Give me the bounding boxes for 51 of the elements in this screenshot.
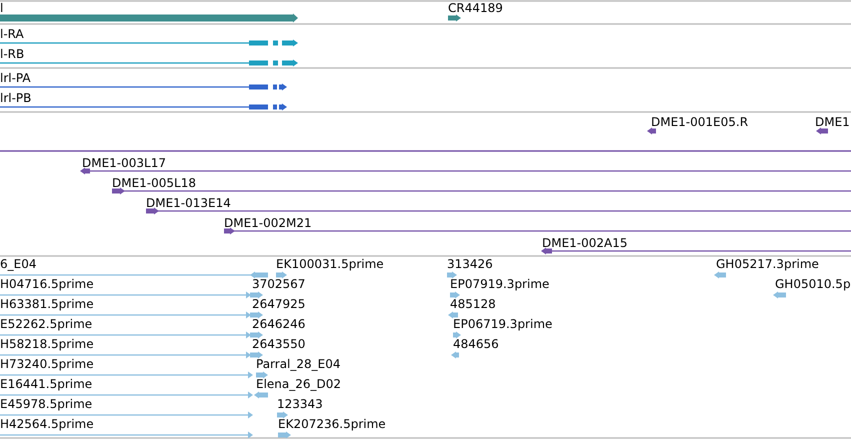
feature-label: EK207236.5prime [278,417,386,431]
feature-label: DME1-001E05.R [651,115,748,129]
feature-glyph[interactable] [816,128,828,134]
feature-glyph[interactable] [146,208,851,214]
feature-glyph[interactable] [80,168,851,174]
feature-label: GH05010.5p [775,277,851,291]
feature-label: DME1-005L18 [112,176,196,190]
feature-label: 3702567 [252,277,306,291]
feature-label: 313426 [447,257,493,271]
feature-glyph[interactable] [0,60,298,66]
feature-glyph[interactable] [541,248,851,254]
feature-label: GH05217.3prime [716,257,819,271]
feature-glyph[interactable] [647,128,656,134]
feature-label: EK100031.5prime [276,257,384,271]
feature-label: l-RA [0,27,24,41]
feature-label: H58218.5prime [0,337,94,351]
feature-label: 2646246 [252,317,306,331]
feature-glyph[interactable] [224,228,851,234]
feature-label: E16441.5prime [0,377,92,391]
feature-label: EP07919.3prime [450,277,550,291]
feature-label: EP06719.3prime [453,317,552,331]
feature-label: DME1-002A15 [542,236,628,250]
feature-label: 2647925 [252,297,306,311]
feature-label: 123343 [277,397,323,411]
feature-label: lrl-PB [0,91,32,105]
feature-glyph[interactable] [0,84,287,90]
feature-label: lrl-PA [0,71,31,85]
feature-label: 485128 [450,297,496,311]
feature-label: H04716.5prime [0,277,94,291]
feature-label: DME1-003L17 [82,156,166,170]
feature-label: 484656 [453,337,499,351]
feature-label: l-RB [0,47,24,61]
feature-label: DME1-013E14 [146,196,231,210]
feature-glyph[interactable] [448,14,461,22]
feature-label: CR44189 [448,1,503,15]
feature-label: Elena_26_D02 [256,377,342,391]
feature-label: DME1 [815,115,850,129]
feature-glyph[interactable] [112,188,851,194]
feature-glyph[interactable] [0,40,298,46]
feature-glyph[interactable] [0,104,287,110]
feature-label: Parral_28_E04 [256,357,341,371]
feature-label: H63381.5prime [0,297,94,311]
feature-label: H73240.5prime [0,357,94,371]
feature-glyph[interactable] [0,14,298,22]
feature-label: 6_E04 [0,257,36,271]
feature-label: E45978.5prime [0,397,92,411]
feature-label: E52262.5prime [0,317,92,331]
feature-label: l [0,1,4,15]
feature-label: 2643550 [252,337,306,351]
feature-label: H42564.5prime [0,417,94,431]
feature-label: DME1-002M21 [224,216,312,230]
